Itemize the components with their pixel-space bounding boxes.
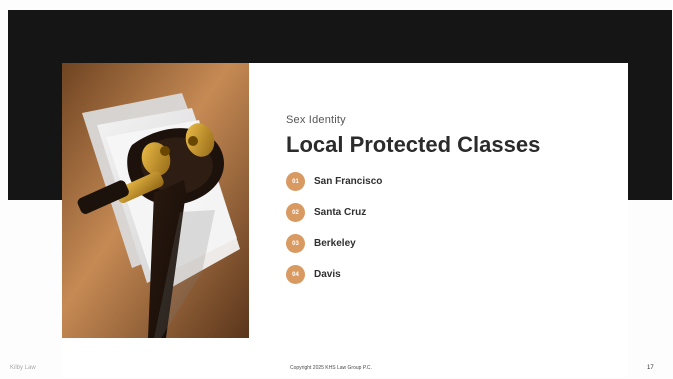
list-item-label: Santa Cruz — [314, 207, 367, 218]
list-item-label: San Francisco — [314, 176, 383, 187]
number-badge: 02 — [286, 203, 305, 222]
list-item-berkeley: 03 Berkeley — [286, 234, 356, 253]
list-item-san-francisco: 01 San Francisco — [286, 172, 382, 191]
list-item-label: Berkeley — [314, 238, 356, 249]
slide-text-area: Sex Identity Local Protected Classes 01 … — [286, 114, 616, 314]
gavel-on-books-icon — [62, 63, 249, 338]
page-number: 17 — [647, 365, 654, 371]
eyebrow-text: Sex Identity — [286, 114, 346, 126]
number-badge: 03 — [286, 234, 305, 253]
list-item-santa-cruz: 02 Santa Cruz — [286, 203, 366, 222]
footer-logo-text: Kilby Law — [10, 365, 36, 371]
list-item-label: Davis — [314, 269, 341, 280]
list-item-davis: 04 Davis — [286, 265, 341, 284]
number-badge: 04 — [286, 265, 305, 284]
footer-copyright: Copyright 2025 KHS Law Group P.C. — [290, 365, 372, 371]
gavel-photo — [62, 63, 249, 338]
number-badge: 01 — [286, 172, 305, 191]
slide-page: Sex Identity Local Protected Classes 01 … — [0, 0, 673, 379]
slide-title: Local Protected Classes — [286, 132, 541, 157]
